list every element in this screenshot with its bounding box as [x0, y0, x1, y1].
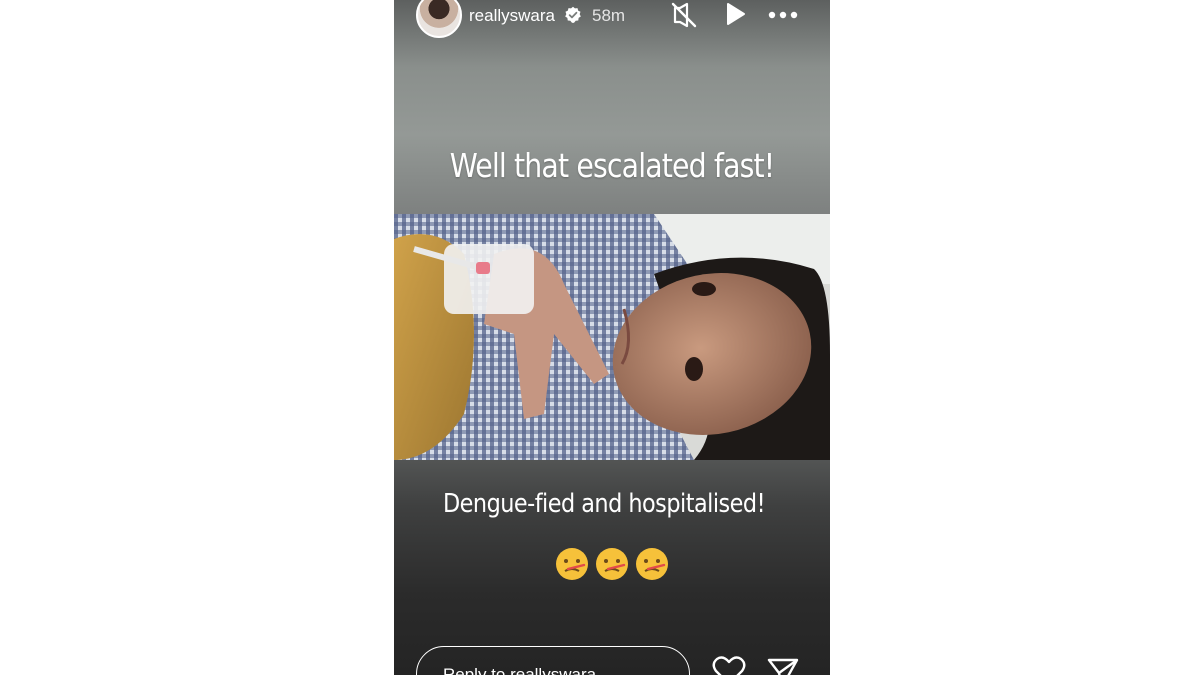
emoji-row	[554, 546, 670, 582]
sick-face-emoji	[636, 548, 668, 580]
heart-icon[interactable]	[712, 656, 746, 675]
post-time: 58m	[592, 6, 626, 25]
sick-face-emoji	[596, 548, 628, 580]
story-caption-top: Well that escalated fast!	[449, 146, 775, 185]
story-caption-bottom: Dengue-fied and hospitalised!	[442, 489, 766, 519]
story-viewer[interactable]: reallyswara 58m Well that escalated fast…	[394, 0, 830, 675]
verified-badge-icon	[565, 6, 581, 23]
sick-face-emoji	[556, 548, 588, 580]
story-photo	[394, 214, 830, 460]
more-options-icon[interactable]	[767, 2, 799, 28]
muted-speaker-icon[interactable]	[671, 2, 697, 28]
reply-input[interactable]: Reply to reallyswara...	[416, 646, 690, 675]
play-icon[interactable]	[724, 2, 746, 26]
send-icon[interactable]	[766, 656, 800, 675]
avatar[interactable]	[416, 0, 462, 38]
reply-placeholder: Reply to reallyswara...	[443, 665, 611, 675]
story-header: reallyswara 58m	[394, 0, 830, 40]
username[interactable]: reallyswara	[469, 6, 555, 26]
